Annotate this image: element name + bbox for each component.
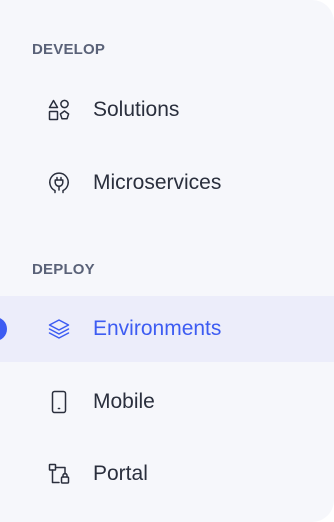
sidebar-nav: DEVELOP Solutions Microservices DEPLOY E… (0, 0, 334, 522)
layers-icon (47, 317, 71, 341)
active-indicator (0, 317, 7, 341)
sidebar-item-label: Portal (93, 462, 148, 485)
sidebar-item-solutions[interactable]: Solutions (0, 77, 334, 143)
shapes-icon (47, 98, 71, 122)
sidebar-item-mobile[interactable]: Mobile (0, 369, 334, 435)
section-header-develop: DEVELOP (32, 41, 106, 58)
sidebar-item-microservices[interactable]: Microservices (0, 150, 334, 216)
sidebar-item-label: Microservices (93, 171, 222, 194)
mobile-device-icon (47, 390, 71, 414)
portal-icon (47, 462, 71, 486)
sidebar-item-label: Environments (93, 317, 222, 340)
sidebar-item-portal[interactable]: Portal (0, 441, 334, 507)
sidebar-item-environments[interactable]: Environments (0, 296, 334, 362)
sidebar-item-label: Mobile (93, 390, 155, 413)
plug-icon (47, 171, 71, 195)
section-header-deploy: DEPLOY (32, 261, 95, 278)
sidebar-item-label: Solutions (93, 98, 180, 121)
